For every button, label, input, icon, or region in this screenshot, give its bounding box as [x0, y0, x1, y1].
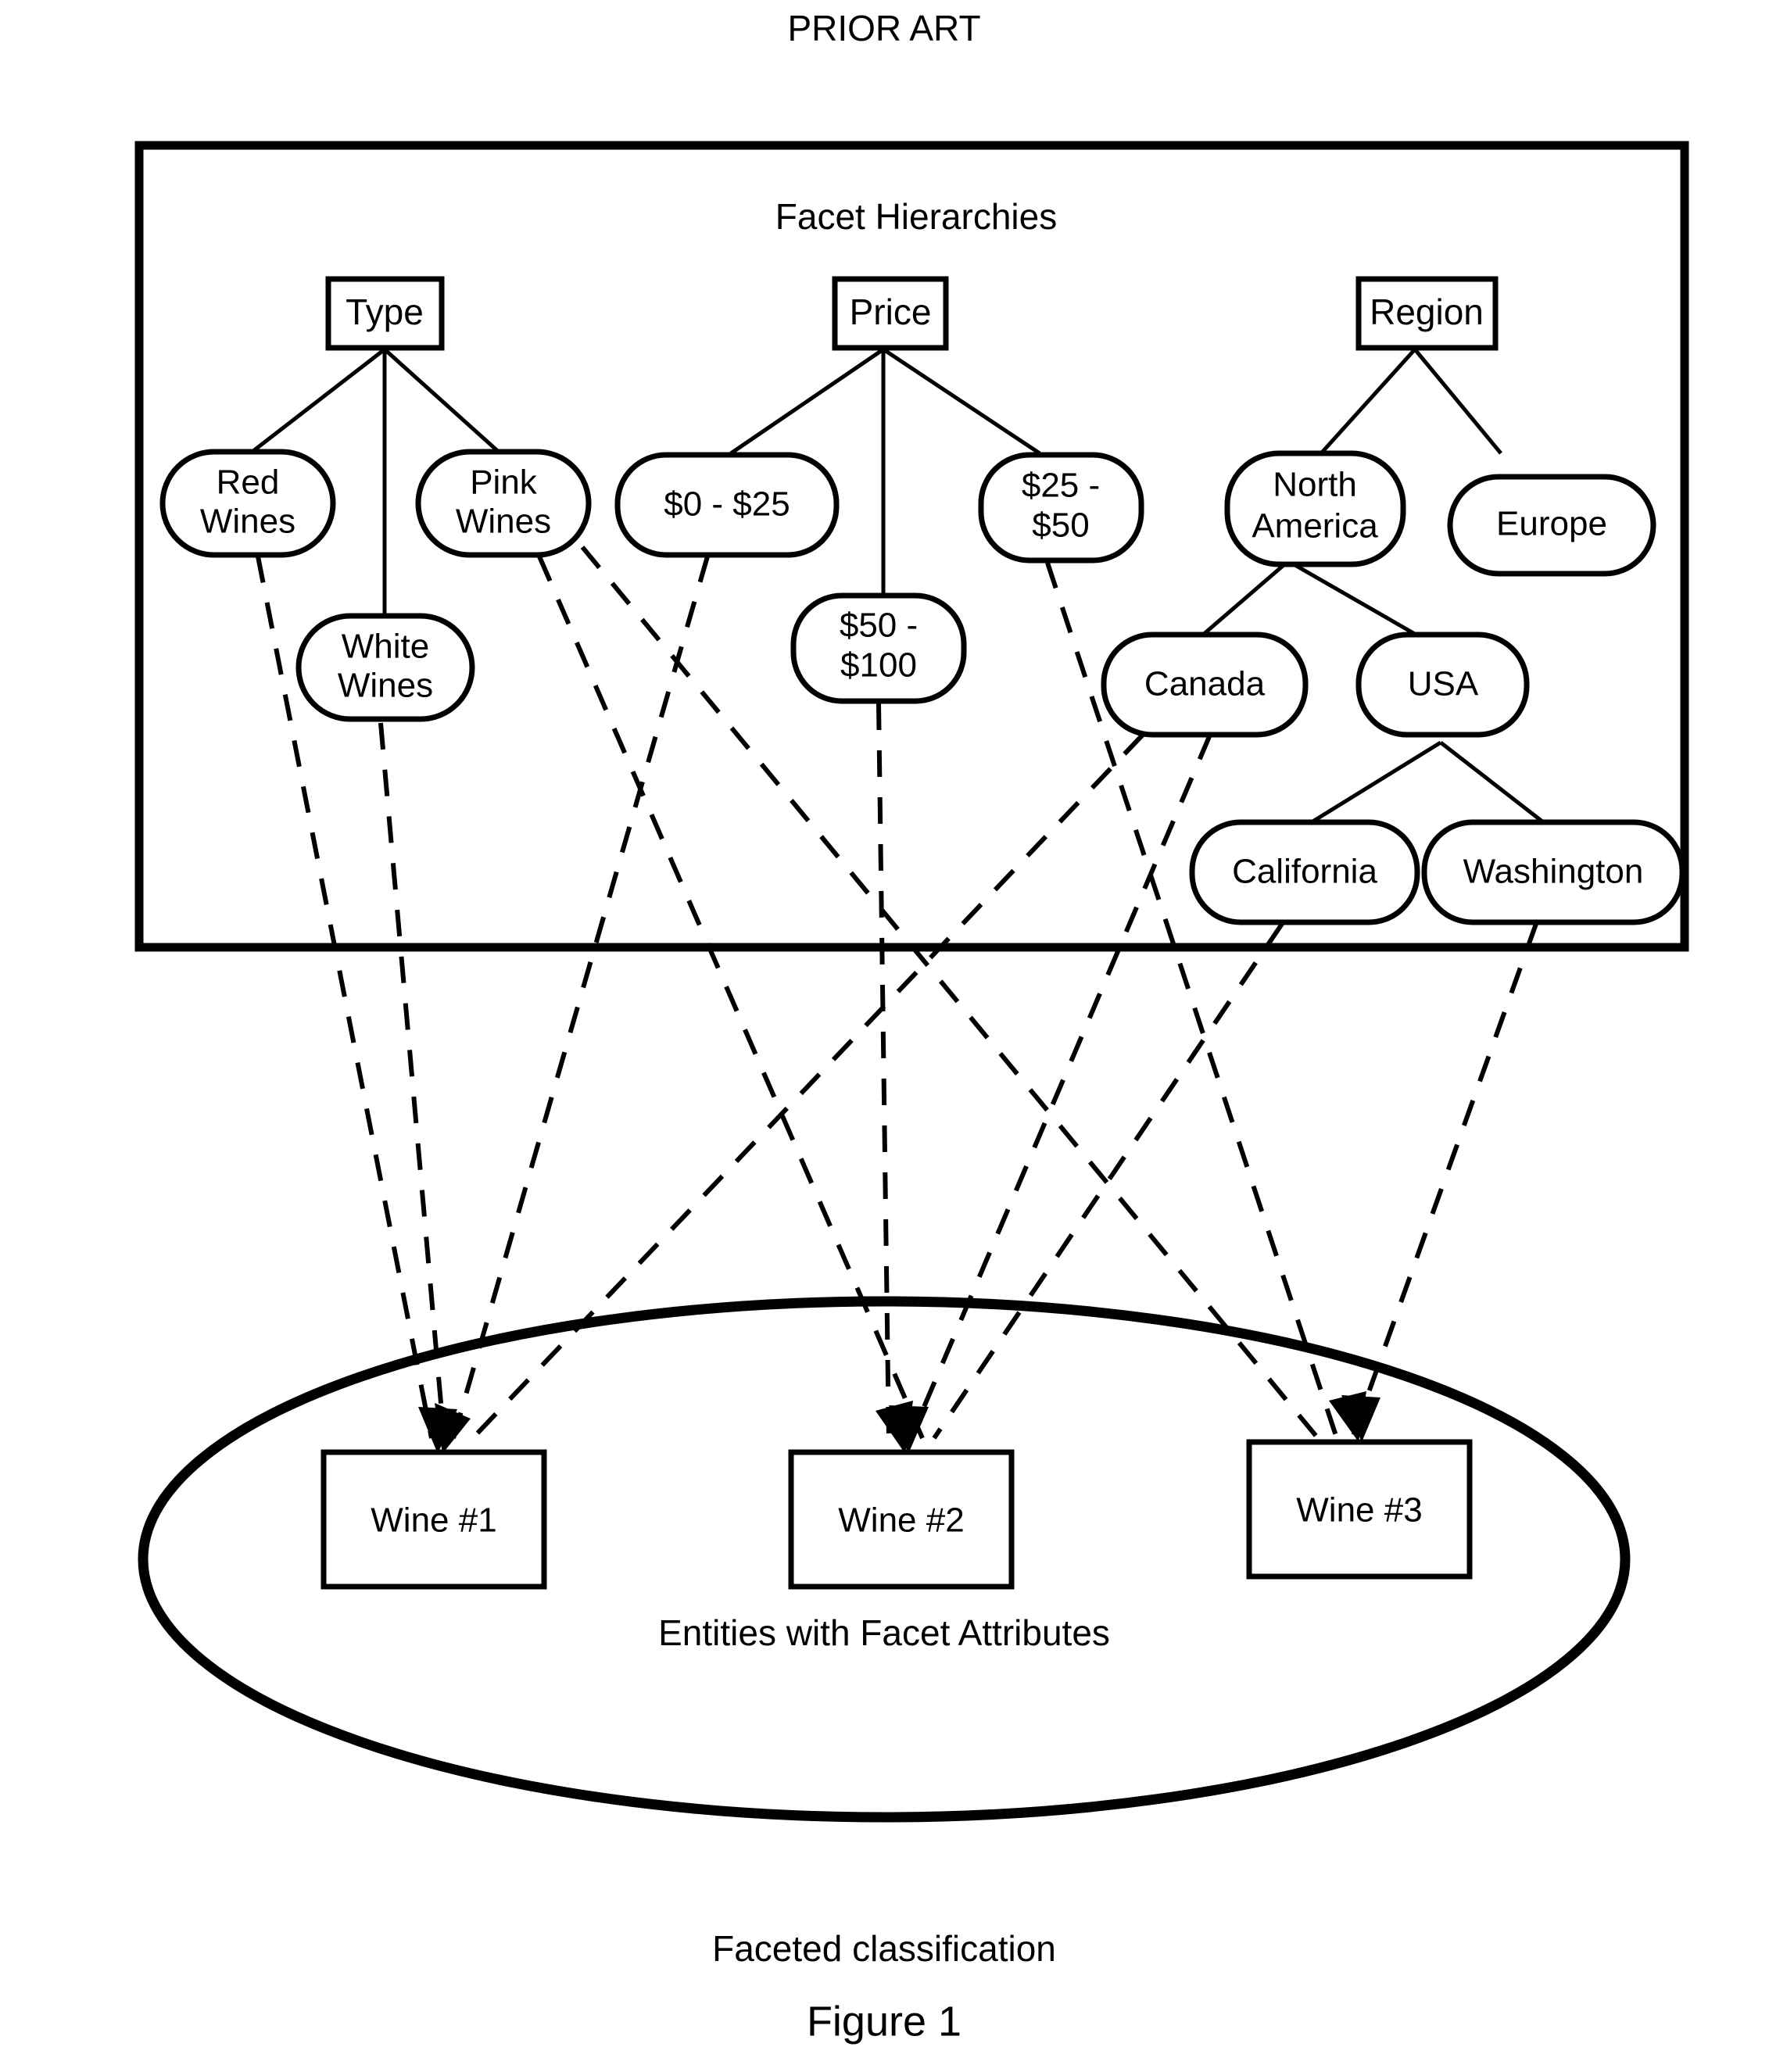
facet-node-north-america-label-2: America: [1252, 507, 1378, 546]
edge-canada-to-wine1: [467, 732, 1145, 1444]
prior-art-header: PRIOR ART: [787, 8, 980, 48]
edge-usa-region-to-wine2: [908, 733, 1212, 1440]
facet-node-pink-wines-label-1: Pink: [470, 463, 538, 502]
entity-box-wine-2-label: Wine #2: [838, 1501, 964, 1540]
facet-node-north-america-label-1: North: [1273, 466, 1357, 504]
facet-node-price-50-100-label-2: $100: [840, 646, 917, 685]
facet-node-price-25-50-label-2: $50: [1032, 506, 1089, 545]
entity-box-wine-1-label: Wine #1: [371, 1501, 496, 1540]
facet-node-price-0-25-label-1: $0 - $25: [664, 485, 790, 524]
edge-white-wines-to-wine1: [378, 722, 446, 1439]
entities-panel-title: Entities with Facet Attributes: [658, 1612, 1110, 1653]
facet-node-red-wines-label-2: Wines: [200, 503, 295, 541]
facet-node-white-wines-label-1: White: [342, 628, 429, 666]
entity-arrowheads: [418, 1391, 1380, 1454]
figure-caption: Faceted classification: [712, 1928, 1056, 1969]
facet-node-usa-label-1: USA: [1408, 665, 1479, 703]
edge-washington-to-wine3: [1350, 922, 1538, 1440]
facet-node-washington-label-1: Washington: [1463, 853, 1644, 891]
figure-root: PRIOR ART Facet Hierarchies Type Red Win…: [0, 0, 1769, 2072]
facet-node-price-50-100-label-1: $50 -: [840, 607, 918, 645]
entity-box-wine-3-label: Wine #3: [1296, 1491, 1422, 1530]
facet-node-price-25-50-label-1: $25 -: [1022, 467, 1100, 505]
facet-node-type-label: Type: [346, 292, 424, 332]
facet-node-canada-label-1: Canada: [1144, 665, 1266, 703]
figure-number: Figure 1: [807, 1998, 961, 2045]
edge-price-50-100-to-wine2: [876, 703, 891, 1439]
region-hierarchy-edges: [1196, 348, 1551, 829]
facet-hierarchies-title: Facet Hierarchies: [775, 196, 1057, 237]
facet-node-region-label: Region: [1370, 292, 1484, 332]
facet-node-europe-label-1: Europe: [1496, 505, 1607, 543]
edge-price-0-25-to-wine1: [451, 556, 710, 1439]
facet-node-red-wines-label-1: Red: [217, 463, 280, 502]
facet-node-california-label-1: California: [1232, 853, 1377, 891]
facet-node-pink-wines-label-2: Wines: [456, 503, 551, 541]
facet-node-price-label: Price: [850, 292, 932, 332]
facet-node-white-wines-label-2: Wines: [338, 667, 433, 705]
